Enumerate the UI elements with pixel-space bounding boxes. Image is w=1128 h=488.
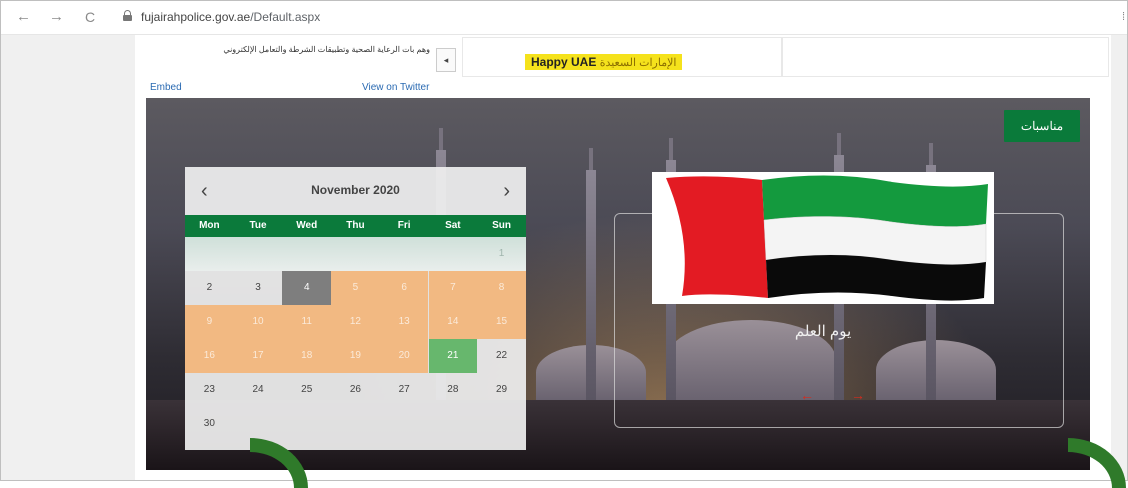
- lock-icon[interactable]: [123, 10, 132, 21]
- calendar-widget: ‹ November 2020 › Mon Tue Wed Thu Fri Sat Sun …: [185, 167, 526, 450]
- address-bar[interactable]: fujairahpolice.gov.ae/Default.aspx: [141, 10, 320, 24]
- calendar-day[interactable]: 18: [282, 339, 332, 373]
- happy-uae-banner[interactable]: Happy UAE الإمارات السعيدة: [525, 54, 683, 70]
- banner-english-text: Happy UAE: [531, 55, 597, 69]
- uae-flag-icon: [666, 175, 988, 301]
- calendar-day[interactable]: 27: [380, 373, 429, 407]
- weekday-label: Tue: [249, 220, 267, 231]
- forward-arrow-icon[interactable]: →: [49, 9, 64, 25]
- weekday-label: Fri: [397, 220, 411, 231]
- calendar-header: ‹ November 2020 ›: [185, 167, 526, 215]
- occasions-button[interactable]: مناسبات: [1004, 110, 1080, 142]
- embed-link[interactable]: Embed: [150, 82, 182, 93]
- calendar-day[interactable]: 24: [234, 373, 283, 407]
- calendar-day[interactable]: 7: [428, 271, 478, 305]
- calendar-day[interactable]: 17: [233, 339, 283, 373]
- calendar-day[interactable]: 4: [282, 271, 332, 305]
- url-path: /Default.aspx: [250, 10, 321, 24]
- news-ticker[interactable]: وهم بات الرعاية الصحية وتطبيقات الشرطة و…: [160, 44, 430, 70]
- back-arrow-icon[interactable]: ←: [16, 9, 31, 25]
- minaret: [586, 148, 596, 400]
- calendar-day[interactable]: 23: [185, 373, 234, 407]
- calendar-day[interactable]: 12: [331, 305, 380, 339]
- calendar-day[interactable]: 6: [379, 271, 429, 305]
- weekday-label: Sat: [445, 220, 461, 231]
- calendar-day[interactable]: 20: [379, 339, 429, 373]
- banner-arabic-text: الإمارات السعيدة: [599, 57, 677, 69]
- browser-toolbar: ← → C fujairahpolice.gov.ae/Default.aspx…: [1, 1, 1127, 35]
- weekday-label: Mon: [199, 220, 220, 231]
- weekday-label: Thu: [346, 220, 365, 231]
- calendar-day[interactable]: 15: [477, 305, 526, 339]
- calendar-day[interactable]: 14: [428, 305, 478, 339]
- calendar-day[interactable]: 22: [477, 339, 526, 373]
- ticker-toggle-button[interactable]: ◂: [436, 48, 456, 72]
- calendar-day[interactable]: 25: [282, 373, 331, 407]
- calendar-day[interactable]: 16: [185, 339, 234, 373]
- calendar-day[interactable]: 2: [185, 271, 234, 305]
- weekday-label: Wed: [296, 220, 318, 231]
- reload-icon[interactable]: C: [85, 9, 95, 25]
- calendar-day[interactable]: 9: [185, 305, 234, 339]
- next-month-icon[interactable]: ›: [503, 180, 510, 203]
- uae-flag-image: [652, 172, 994, 304]
- view-on-twitter-link[interactable]: View on Twitter: [362, 82, 429, 93]
- menu-icon[interactable]: ⁞: [1122, 11, 1125, 23]
- calendar-day[interactable]: 10: [233, 305, 283, 339]
- carousel-next-arrow-icon[interactable]: →: [851, 387, 865, 403]
- calendar-day[interactable]: 19: [331, 339, 380, 373]
- calendar-day[interactable]: 3: [234, 271, 283, 305]
- calendar-day[interactable]: 1: [477, 237, 526, 271]
- calendar-first-row-bg: [185, 237, 526, 271]
- calendar-day[interactable]: 11: [282, 305, 332, 339]
- calendar-day[interactable]: 13: [379, 305, 429, 339]
- header-right-box: [782, 37, 1109, 77]
- calendar-month-label: November 2020: [311, 183, 400, 197]
- carousel-prev-arrow-icon[interactable]: ←: [800, 387, 814, 403]
- calendar-day[interactable]: 30: [185, 407, 234, 441]
- calendar-day[interactable]: 29: [477, 373, 526, 407]
- calendar-weekday-row: Mon Tue Wed Thu Fri Sat Sun: [185, 215, 526, 237]
- calendar-day[interactable]: 21: [428, 339, 478, 373]
- url-domain: fujairahpolice.gov.ae: [141, 10, 251, 24]
- calendar-day[interactable]: 5: [331, 271, 380, 305]
- weekday-label: Sun: [492, 220, 511, 231]
- calendar-day[interactable]: 28: [429, 373, 478, 407]
- calendar-day[interactable]: 8: [477, 271, 526, 305]
- calendar-day[interactable]: 26: [331, 373, 380, 407]
- occasion-title: يوم العلم: [794, 323, 852, 340]
